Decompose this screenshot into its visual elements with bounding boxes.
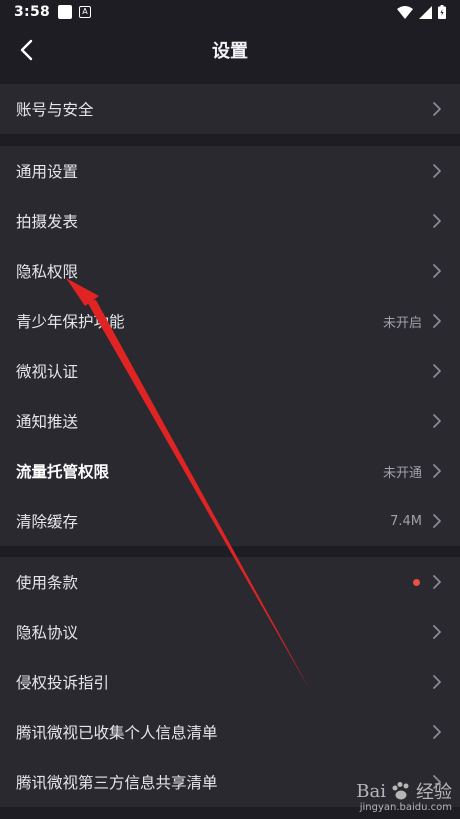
chevron-right-icon: [433, 514, 441, 528]
chevron-right-icon: [433, 675, 441, 689]
settings-row[interactable]: 流量托管权限 未开通: [0, 446, 460, 496]
settings-row-label: 侵权投诉指引: [16, 674, 110, 692]
settings-row-label: 隐私权限: [16, 263, 79, 281]
settings-row-label: 微视认证: [16, 363, 79, 381]
status-bar: 3:58 A: [0, 0, 460, 24]
settings-row[interactable]: 通用设置: [0, 146, 460, 196]
chevron-right-icon: [433, 214, 441, 228]
chevron-right-icon: [433, 464, 441, 478]
settings-row-label: 通用设置: [16, 163, 79, 181]
chevron-right-icon: [433, 364, 441, 378]
settings-row[interactable]: 拍摄发表: [0, 196, 460, 246]
baidu-watermark: Bai 经验 jingyan.baidu.com: [356, 778, 452, 814]
settings-row[interactable]: 腾讯微视已收集个人信息清单: [0, 707, 460, 757]
settings-section-legal: 使用条款隐私协议侵权投诉指引腾讯微视已收集个人信息清单 腾讯微视第三方信息共享清单: [0, 557, 460, 807]
settings-row-value: 未开启: [382, 315, 422, 331]
back-chevron-icon[interactable]: [16, 38, 40, 62]
settings-row[interactable]: 账号与安全: [0, 84, 460, 134]
settings-row-label: 流量托管权限: [16, 463, 110, 481]
chevron-right-icon: [433, 102, 441, 116]
settings-row-label: 拍摄发表: [16, 213, 79, 231]
status-icons: [397, 5, 446, 19]
chevron-right-icon: [433, 264, 441, 278]
watermark-logo: Bai 经验: [356, 780, 452, 804]
status-time: 3:58: [14, 4, 51, 20]
chevron-right-icon: [433, 625, 441, 639]
settings-row-label: 清除缓存: [16, 513, 79, 531]
notification-icon: [58, 5, 73, 19]
chevron-right-icon: [433, 725, 441, 739]
watermark-url: jingyan.baidu.com: [359, 802, 452, 813]
settings-row[interactable]: 青少年保护功能 未开启: [0, 296, 460, 346]
settings-row[interactable]: 使用条款: [0, 557, 460, 607]
settings-section-general: 通用设置拍摄发表隐私权限青少年保护功能 未开启微视认证通知推送流量托管权限 未开通清…: [0, 146, 460, 546]
settings-section-account: 账号与安全: [0, 84, 460, 134]
chevron-right-icon: [433, 314, 441, 328]
settings-row-label: 腾讯微视已收集个人信息清单: [16, 724, 218, 742]
settings-row[interactable]: 通知推送: [0, 396, 460, 446]
settings-row-value: 未开通: [382, 465, 422, 481]
settings-row[interactable]: 隐私协议: [0, 607, 460, 657]
chevron-right-icon: [433, 575, 441, 589]
settings-row-value: 7.4M: [390, 513, 422, 529]
settings-row[interactable]: 侵权投诉指引: [0, 657, 460, 707]
wifi-icon: [397, 5, 413, 19]
page-title: 设置: [212, 41, 248, 62]
paw-icon: [392, 782, 409, 800]
settings-row-label: 使用条款: [16, 574, 79, 592]
battery-icon: [438, 5, 446, 19]
settings-row-label: 腾讯微视第三方信息共享清单: [16, 774, 218, 792]
new-badge-dot: [413, 578, 420, 586]
settings-row[interactable]: 隐私权限: [0, 246, 460, 296]
settings-row-label: 青少年保护功能: [16, 313, 125, 331]
signal-icon: [419, 5, 432, 19]
settings-row-label: 账号与安全: [16, 101, 94, 119]
settings-row[interactable]: 清除缓存 7.4M: [0, 496, 460, 546]
chevron-right-icon: [433, 164, 441, 178]
settings-row-label: 通知推送: [16, 413, 79, 431]
top-bar: 设置: [0, 24, 460, 76]
app-notification-icon: A: [79, 6, 92, 18]
chevron-right-icon: [433, 414, 441, 428]
settings-row-label: 隐私协议: [16, 624, 79, 642]
settings-row[interactable]: 微视认证: [0, 346, 460, 396]
